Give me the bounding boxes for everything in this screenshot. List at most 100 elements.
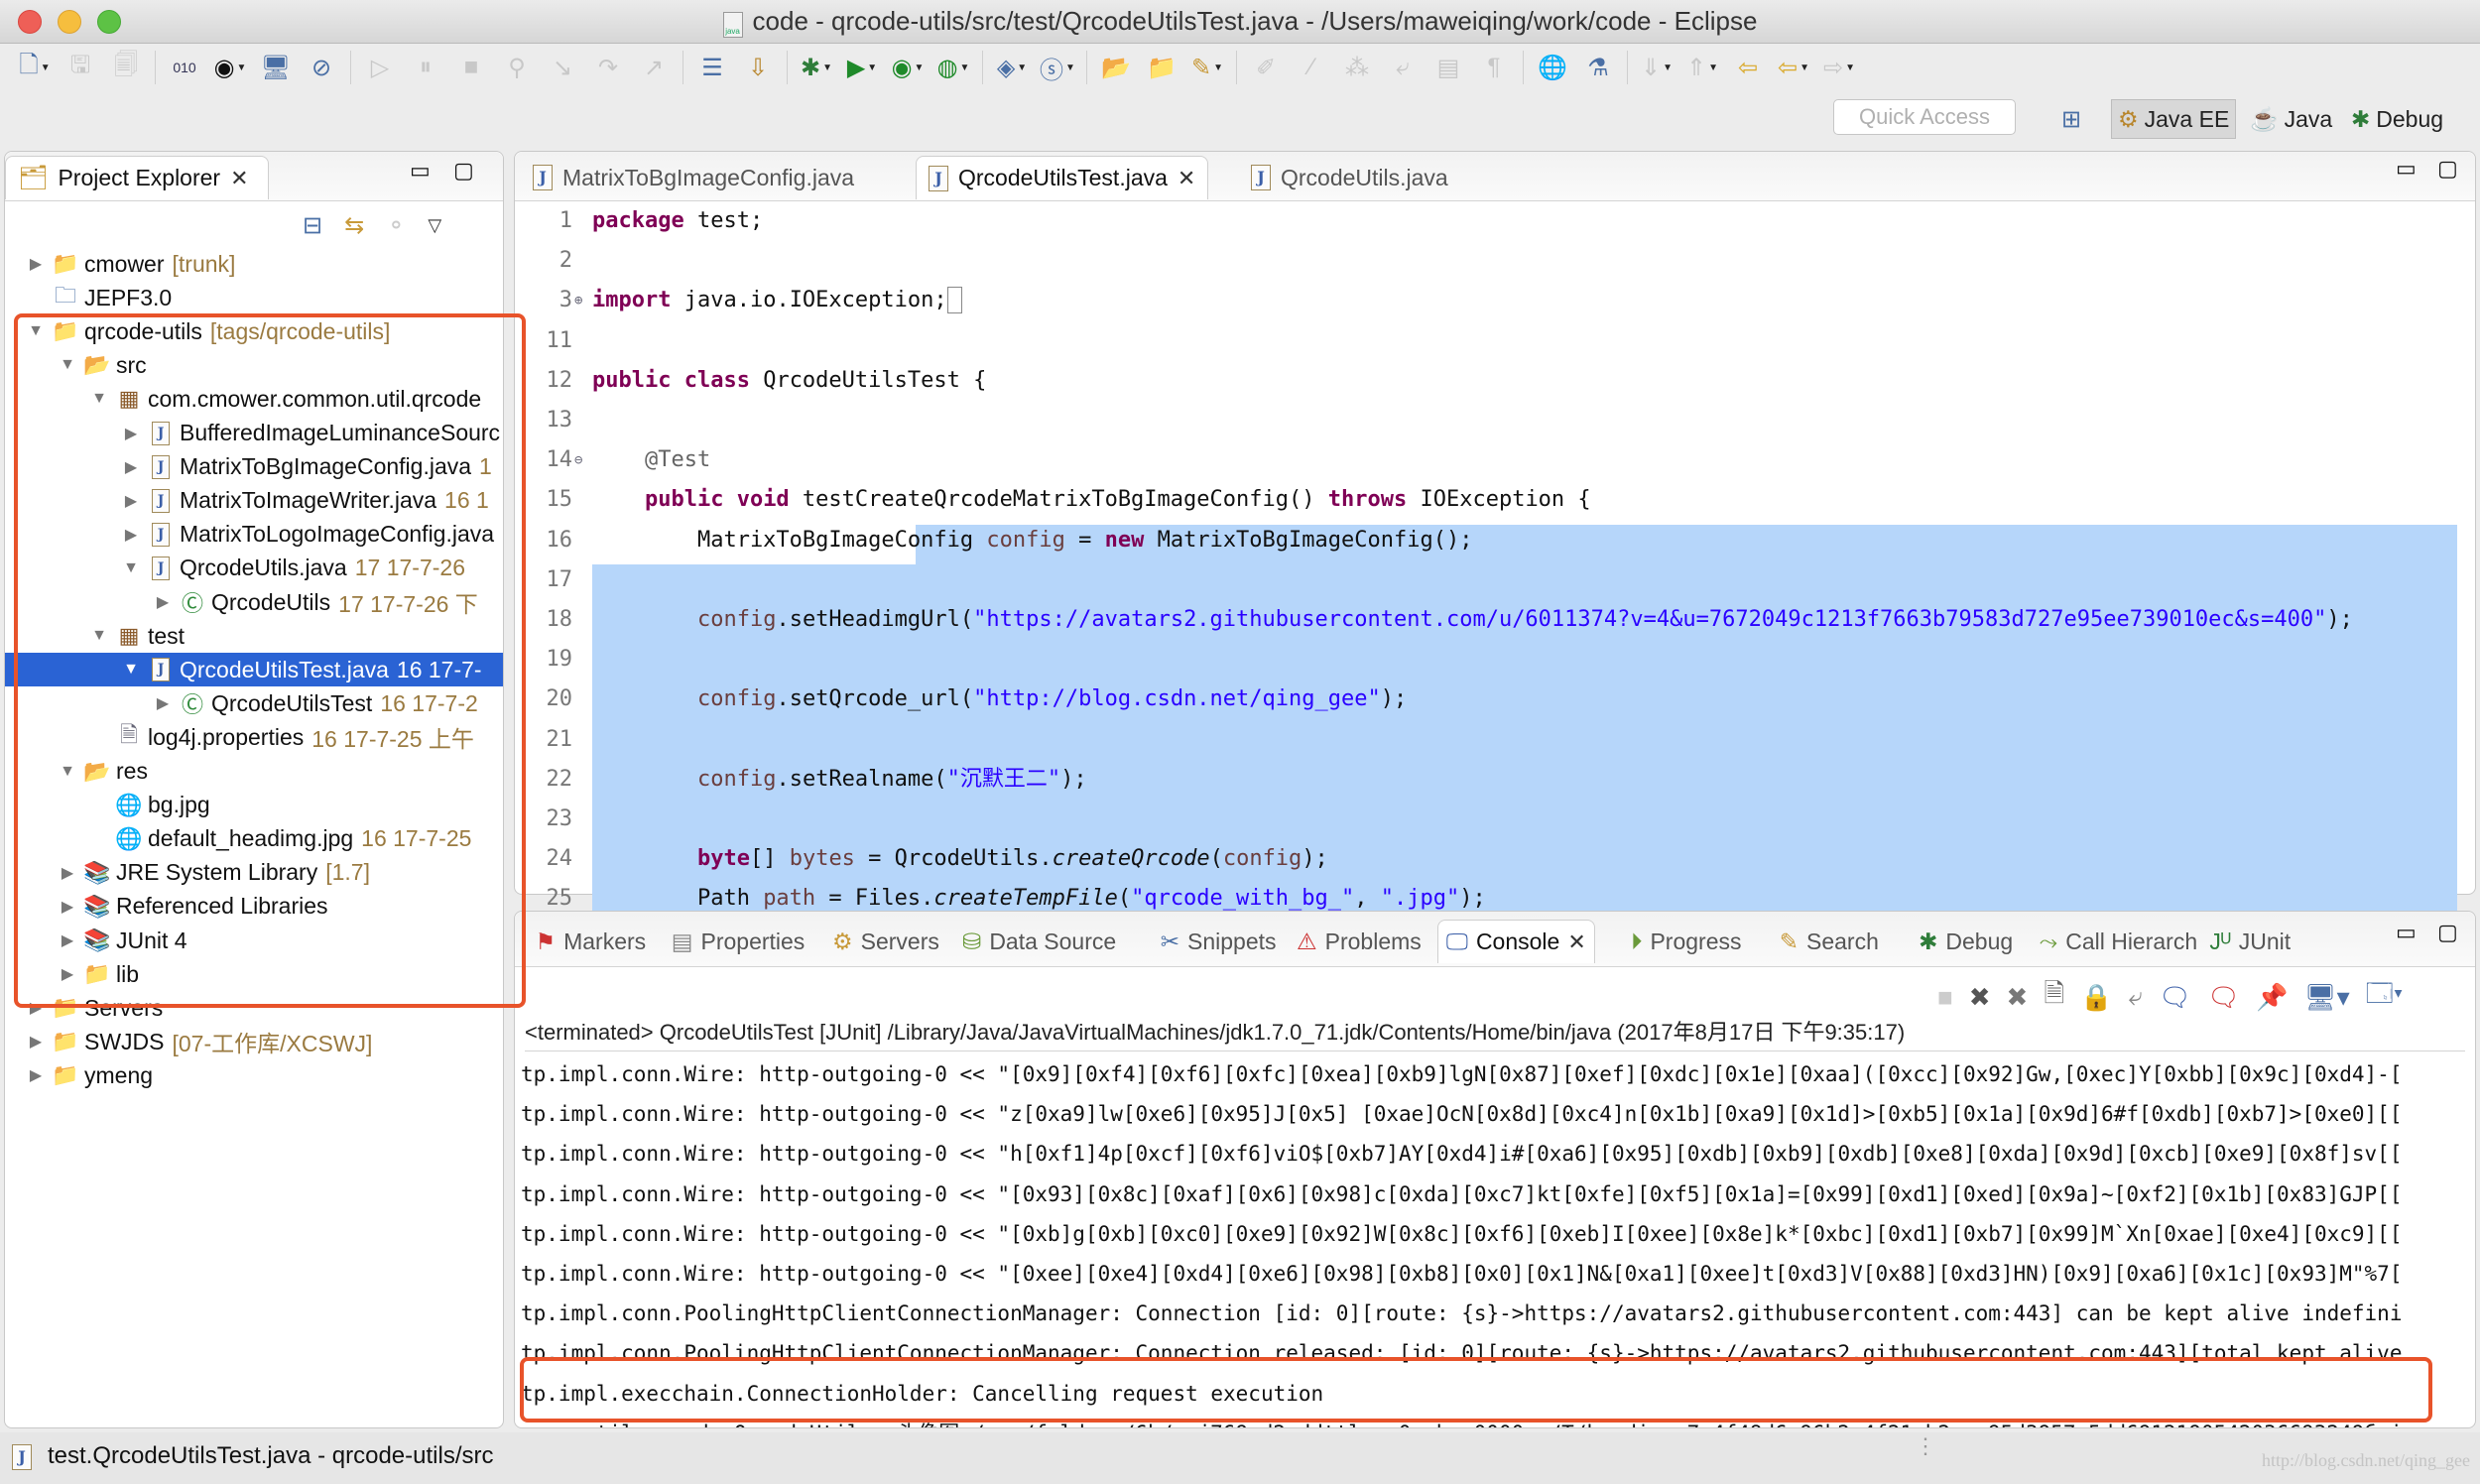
last-edit-location-icon[interactable]: ⇦: [1731, 51, 1765, 84]
tree-item[interactable]: ▼ 📂 res: [5, 755, 503, 789]
tab-matrixtobgimageconfig[interactable]: J MatrixToBgImageConfig.java: [521, 156, 866, 199]
tab-snippets[interactable]: ✂ Snippets: [1153, 920, 1285, 963]
headimg-file-link[interactable]: /var/folders/6b/ysj769_d2gddttlwzw0nmhyc…: [972, 1422, 2427, 1427]
new-server-icon[interactable]: ◈ ▼: [995, 51, 1029, 84]
tree-item[interactable]: ▼ 📂 src: [5, 348, 503, 382]
external-tools-button[interactable]: ◍ ▼: [936, 51, 970, 84]
tab-console[interactable]: 🖵 Console ✕: [1436, 920, 1595, 963]
quick-access-input[interactable]: Quick Access: [1833, 99, 2016, 135]
collapsed-chevron-icon[interactable]: ▶: [120, 457, 142, 477]
tab-problems[interactable]: ⚠ Problems: [1289, 920, 1429, 963]
tree-item[interactable]: ▶ 📚 Referenced Libraries: [5, 890, 503, 924]
tab-junit[interactable]: Jᵁ JUnit: [2201, 920, 2298, 963]
collapsed-chevron-icon[interactable]: ▶: [120, 491, 142, 511]
collapsed-chevron-icon[interactable]: ▶: [25, 998, 47, 1018]
collapsed-chevron-icon[interactable]: ▶: [25, 1065, 47, 1085]
coverage-button[interactable]: ◉ ▼: [891, 51, 925, 84]
expanded-chevron-icon[interactable]: ▼: [88, 390, 110, 408]
tree-item[interactable]: ▶ 📁 ymeng: [5, 1058, 503, 1092]
use-step-filters-icon[interactable]: ⇩: [741, 51, 775, 84]
skip-breakpoints-icon[interactable]: ⊘: [305, 51, 338, 84]
close-icon[interactable]: ✕: [1567, 929, 1585, 955]
new-wizard-button[interactable]: 🗋 ▼: [18, 51, 52, 84]
collapsed-chevron-icon[interactable]: ▶: [25, 254, 47, 274]
word-wrap-icon[interactable]: ⤶: [2129, 981, 2144, 1013]
remove-launch-icon[interactable]: ✖: [1969, 982, 1991, 1013]
resume-icon[interactable]: ▷: [363, 51, 397, 84]
tab-qrcodeutilstest[interactable]: J QrcodeUtilsTest.java ✕: [916, 156, 1209, 199]
previous-annotation-icon[interactable]: ⇑ ▼: [1685, 51, 1719, 84]
tree-item[interactable]: 🗀 JEPF3.0: [5, 281, 503, 314]
open-resource-icon[interactable]: 📁: [1145, 51, 1178, 84]
suspend-icon[interactable]: ⏸: [409, 51, 442, 84]
collapse-all-icon[interactable]: ⊟: [303, 211, 322, 240]
collapsed-chevron-icon[interactable]: ▶: [57, 930, 78, 950]
edit-icon[interactable]: ⁄: [1295, 51, 1328, 84]
collapsed-chevron-icon[interactable]: ▶: [57, 897, 78, 917]
tab-data-source[interactable]: ⛁ Data Source: [954, 920, 1124, 963]
terminate-icon[interactable]: ■: [1937, 982, 1953, 1013]
collapsed-chevron-icon[interactable]: ▶: [152, 693, 174, 713]
minimize-icon[interactable]: ▭: [2396, 156, 2417, 182]
tab-markers[interactable]: ⚑ Markers: [527, 920, 654, 963]
console-output[interactable]: tp.impl.conn.Wire: http-outgoing-0 << "[…: [515, 1058, 2475, 1427]
view-menu-chevron-down-icon[interactable]: ▽: [428, 211, 441, 240]
tab-progress[interactable]: ⏵ Progress: [1623, 920, 1750, 963]
expanded-chevron-icon[interactable]: ▼: [57, 763, 78, 781]
tree-item[interactable]: ▶ 📁 SWJDS [07-工作库/XCSWJ]: [5, 1025, 503, 1058]
drop-to-frame-icon[interactable]: ☰: [695, 51, 729, 84]
expanded-chevron-icon[interactable]: ▼: [120, 661, 142, 679]
tree-item[interactable]: ▶ J MatrixToBgImageConfig.java 1: [5, 450, 503, 484]
maximize-icon[interactable]: ▢: [2437, 920, 2458, 945]
tree-item[interactable]: ▼ ▦ test: [5, 619, 503, 653]
disconnect-icon[interactable]: ⚲: [500, 51, 534, 84]
show-console-on-output-icon[interactable]: 🗨: [2159, 982, 2191, 1013]
block-selection-icon[interactable]: ⁂: [1340, 51, 1374, 84]
perspective-java[interactable]: ☕ Java: [2244, 99, 2338, 139]
step-into-icon[interactable]: ↘: [546, 51, 579, 84]
tab-call-hierarch[interactable]: ⤳ Call Hierarch: [2032, 920, 2205, 963]
filters-icon[interactable]: ⚬: [386, 211, 406, 240]
collapsed-chevron-icon[interactable]: ▶: [120, 424, 142, 443]
collapsed-chevron-icon[interactable]: ▶: [57, 863, 78, 883]
tree-item[interactable]: ▶ J BufferedImageLuminanceSourc: [5, 417, 503, 450]
tab-qrcodeutils[interactable]: J QrcodeUtils.java: [1239, 156, 1460, 199]
tree-item[interactable]: 🌐 default_headimg.jpg 16 17-7-25: [5, 822, 503, 856]
word-wrap-icon[interactable]: ⤶: [1386, 51, 1420, 84]
forward-button[interactable]: ⇨ ▼: [1822, 51, 1856, 84]
resize-handle[interactable]: ⋮: [1915, 1435, 1936, 1457]
close-icon[interactable]: ✕: [230, 166, 248, 191]
tree-item[interactable]: ▶ Ⓒ QrcodeUtilsTest 16 17-7-2: [5, 686, 503, 720]
minimize-icon[interactable]: ▭: [410, 158, 431, 184]
maximize-icon[interactable]: ▢: [2437, 156, 2458, 182]
show-console-on-error-icon[interactable]: 🗨: [2207, 982, 2240, 1013]
monitor-icon[interactable]: 🖥: [259, 51, 293, 84]
expanded-chevron-icon[interactable]: ▼: [25, 322, 47, 340]
search-button[interactable]: ✎ ▼: [1190, 51, 1224, 84]
tree-item[interactable]: ▼ J QrcodeUtilsTest.java 16 17-7-: [5, 653, 503, 687]
tab-properties[interactable]: ▤ Properties: [664, 920, 813, 963]
user-account-button[interactable]: ◉ ▼: [213, 51, 247, 84]
next-annotation-icon[interactable]: ⇓ ▼: [1640, 51, 1674, 84]
perspective-java-ee[interactable]: ⚙ Java EE: [2111, 99, 2237, 139]
link-with-editor-icon[interactable]: ⇆: [344, 211, 364, 240]
code-editor[interactable]: 1 package test; 2 3 ⊕ import java.io.IOExcept…: [515, 201, 2475, 1070]
tree-item[interactable]: ▶ 📚 JUnit 4: [5, 924, 503, 957]
pilcrow-icon[interactable]: ¶: [1477, 51, 1511, 84]
tab-servers[interactable]: ⚙ Servers: [824, 920, 947, 963]
mark-occurrences-icon[interactable]: ✐: [1249, 51, 1283, 84]
terminate-icon[interactable]: ■: [454, 51, 488, 84]
pin-console-icon[interactable]: 📌: [2256, 982, 2288, 1013]
tree-item[interactable]: ▶ Ⓒ QrcodeUtils 17 17-7-26 下: [5, 585, 503, 619]
tree-item[interactable]: ▼ 📁 qrcode-utils [tags/qrcode-utils]: [5, 314, 503, 348]
new-spring-icon[interactable]: ⓢ ▼: [1040, 51, 1075, 84]
open-type-icon[interactable]: 📂: [1099, 51, 1133, 84]
step-return-icon[interactable]: ↗: [637, 51, 671, 84]
tree-item[interactable]: ▶ 📚 JRE System Library [1.7]: [5, 856, 503, 890]
tree-item[interactable]: ▼ ▦ com.cmower.common.util.qrcode: [5, 382, 503, 416]
collapsed-chevron-icon[interactable]: ▶: [152, 592, 174, 612]
save-button[interactable]: 🖫: [63, 51, 97, 84]
expanded-chevron-icon[interactable]: ▼: [120, 559, 142, 577]
tree-item[interactable]: 🌐 bg.jpg: [5, 789, 503, 822]
minimize-icon[interactable]: ▭: [2396, 920, 2417, 945]
